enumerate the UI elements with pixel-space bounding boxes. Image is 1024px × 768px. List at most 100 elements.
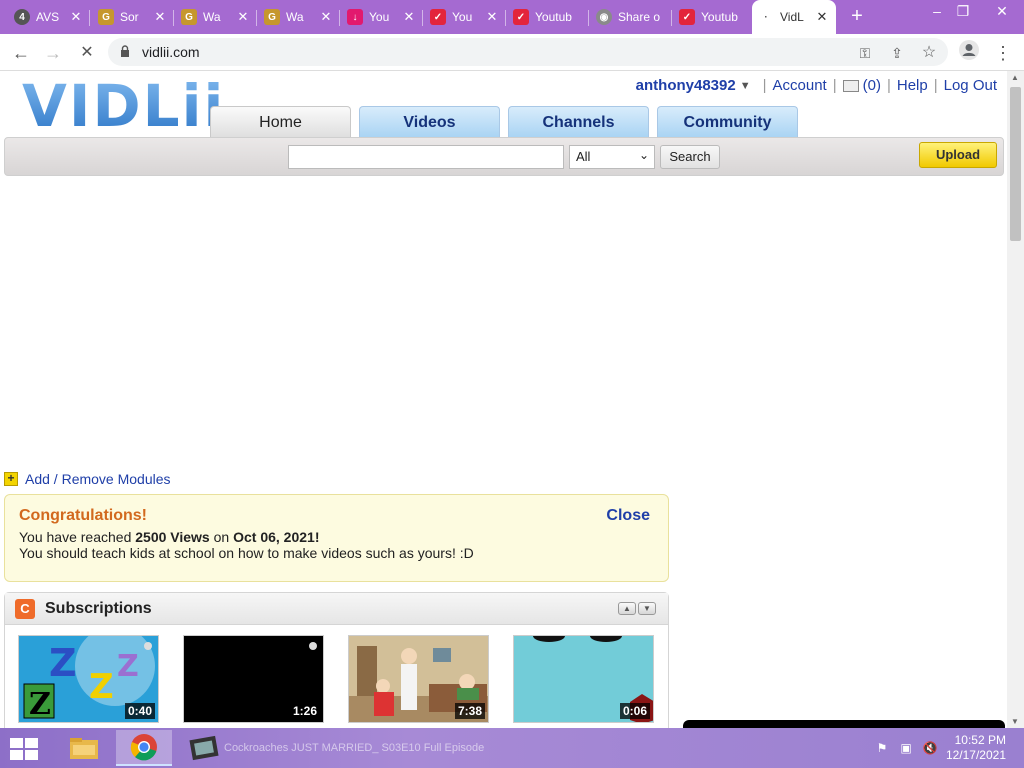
mail-icon[interactable] <box>842 79 859 92</box>
move-up-icon[interactable]: ▲ <box>618 602 636 615</box>
svg-text:Z: Z <box>117 649 139 684</box>
tab-title: You <box>369 10 390 24</box>
video-duration: 1:26 <box>289 703 320 719</box>
browser-tab[interactable]: G Wa ✕ <box>175 2 257 32</box>
browser-tab[interactable]: ✓ Youtub <box>673 2 751 32</box>
tab-favicon-icon: ↓ <box>347 9 363 25</box>
profile-icon[interactable] <box>956 39 982 65</box>
overlay-bar <box>683 720 1005 728</box>
tab-close-icon[interactable]: ✕ <box>401 9 417 25</box>
svg-text:Z: Z <box>29 687 51 722</box>
move-down-icon[interactable]: ▼ <box>638 602 656 615</box>
maximize-icon[interactable]: ❐ <box>948 0 978 26</box>
tab-title: VidL <box>780 10 804 24</box>
tab-loading-icon: · <box>758 9 774 25</box>
star-icon[interactable]: ☆ <box>918 42 940 64</box>
tab-title: Share o <box>618 10 661 24</box>
browser-tab[interactable]: G Wa ✕ <box>258 2 340 32</box>
close-window-icon[interactable]: ✕ <box>984 0 1020 26</box>
tab-title: You <box>452 10 473 24</box>
username-link[interactable]: anthony48392 <box>636 77 736 94</box>
volume-muted-icon[interactable]: 🔇 <box>922 741 938 755</box>
media-title: Cockroaches JUST MARRIED_ S03E10 Full Ep… <box>224 742 485 754</box>
tab-community[interactable]: Community <box>657 106 798 138</box>
share-icon[interactable]: ⇪ <box>886 42 908 64</box>
windows-start-icon[interactable] <box>10 738 38 760</box>
tab-home[interactable]: Home <box>210 106 351 138</box>
tab-favicon-icon: G <box>264 9 280 25</box>
tab-channels[interactable]: Channels <box>508 106 649 138</box>
tab-favicon-icon: 4 <box>14 9 30 25</box>
video-duration: 0:06 <box>619 703 650 719</box>
browser-tab[interactable]: ↓ You ✕ <box>341 2 423 32</box>
close-button[interactable]: Close <box>606 507 650 525</box>
video-thumbnail[interactable]: 0:06 <box>513 635 654 723</box>
key-icon[interactable]: ⚿ <box>854 42 876 64</box>
file-explorer-icon[interactable] <box>56 730 112 766</box>
video-duration: 7:38 <box>454 703 485 719</box>
video-duration: 0:40 <box>124 703 155 719</box>
clock-date: 12/17/2021 <box>945 748 1006 762</box>
upload-button[interactable]: Upload <box>919 142 997 168</box>
browser-tab-strip: 4 AVS ✕ G Sor ✕ G Wa ✕ G Wa ✕ ↓ You ✕ ✓ … <box>0 0 1024 34</box>
chevron-down-icon[interactable]: ▼ <box>740 80 751 92</box>
logout-link[interactable]: Log Out <box>944 77 997 94</box>
url-text: vidlii.com <box>142 44 200 60</box>
new-tab-button[interactable]: + <box>846 6 868 28</box>
chrome-icon[interactable] <box>116 730 172 766</box>
inbox-count[interactable]: (0) <box>863 77 881 94</box>
congrats-box: Congratulations! Close You have reached … <box>4 494 669 582</box>
tab-close-icon[interactable]: ✕ <box>318 9 334 25</box>
account-link[interactable]: Account <box>773 77 827 94</box>
browser-toolbar: ← → ✕ vidlii.com ⚿ ⇪ ☆ ⋮ <box>0 34 1024 71</box>
vidlii-logo[interactable]: VIDLii <box>22 75 225 137</box>
tab-close-icon[interactable]: ✕ <box>68 9 84 25</box>
add-remove-modules[interactable]: + Add / Remove Modules <box>4 471 171 487</box>
lock-icon <box>121 45 129 57</box>
network-icon[interactable]: ▣ <box>898 741 914 755</box>
tab-favicon-icon: ◉ <box>596 9 612 25</box>
flag-icon[interactable]: ⚑ <box>874 741 890 755</box>
browser-tab[interactable]: ◉ Share o <box>590 2 672 32</box>
search-button[interactable]: Search <box>660 145 720 169</box>
tab-title: Youtub <box>701 10 738 24</box>
tab-close-icon[interactable]: ✕ <box>814 9 830 25</box>
tab-close-icon[interactable]: ✕ <box>235 9 251 25</box>
forward-icon[interactable]: → <box>40 40 66 66</box>
help-link[interactable]: Help <box>897 77 928 94</box>
video-thumbnail[interactable]: Z Z Z Z 0:40 <box>18 635 159 723</box>
tab-favicon-icon: G <box>181 9 197 25</box>
category-select[interactable]: All ⌄ <box>569 145 655 169</box>
video-thumbnail[interactable]: 7:38 <box>348 635 489 723</box>
browser-tab[interactable]: G Sor ✕ <box>92 2 174 32</box>
address-bar[interactable]: vidlii.com ⚿ ⇪ ☆ <box>108 38 948 66</box>
page-scrollbar[interactable]: ▲ ▼ <box>1007 71 1024 728</box>
browser-tab[interactable]: ✓ You ✕ <box>424 2 506 32</box>
stop-icon[interactable]: ✕ <box>74 40 100 66</box>
browser-tab[interactable]: ✓ Youtub <box>507 2 589 32</box>
subscriptions-icon: C <box>15 598 35 619</box>
browser-tab-active[interactable]: · VidL ✕ <box>752 0 836 34</box>
tab-videos[interactable]: Videos <box>359 106 500 138</box>
system-clock[interactable]: 10:52 PM 12/17/2021 <box>946 733 1006 763</box>
tab-close-icon[interactable]: ✕ <box>152 9 168 25</box>
main-nav: Home Videos Channels Community <box>210 106 798 138</box>
scrollbar-thumb[interactable] <box>1010 87 1021 241</box>
tab-favicon-icon: ✓ <box>679 9 695 25</box>
tab-close-icon[interactable]: ✕ <box>484 9 500 25</box>
video-thumbnail[interactable]: 1:26 <box>183 635 324 723</box>
menu-kebab-icon[interactable]: ⋮ <box>990 40 1016 66</box>
tab-title: Wa <box>286 10 304 24</box>
tab-favicon-icon: ✓ <box>513 9 529 25</box>
scroll-up-icon[interactable]: ▲ <box>1011 73 1019 82</box>
tab-title: Youtub <box>535 10 572 24</box>
search-input[interactable] <box>288 145 564 169</box>
browser-tab[interactable]: 4 AVS ✕ <box>8 2 90 32</box>
tab-title: AVS <box>36 10 60 24</box>
svg-text:Z: Z <box>49 641 77 685</box>
tab-title: Wa <box>203 10 221 24</box>
back-icon[interactable]: ← <box>8 40 34 66</box>
subscriptions-module: C Subscriptions ▲ ▼ Z Z Z Z 0:40 1:26 7:… <box>4 592 669 728</box>
modules-label: Add / Remove Modules <box>25 471 171 487</box>
scroll-down-icon[interactable]: ▼ <box>1011 717 1019 726</box>
